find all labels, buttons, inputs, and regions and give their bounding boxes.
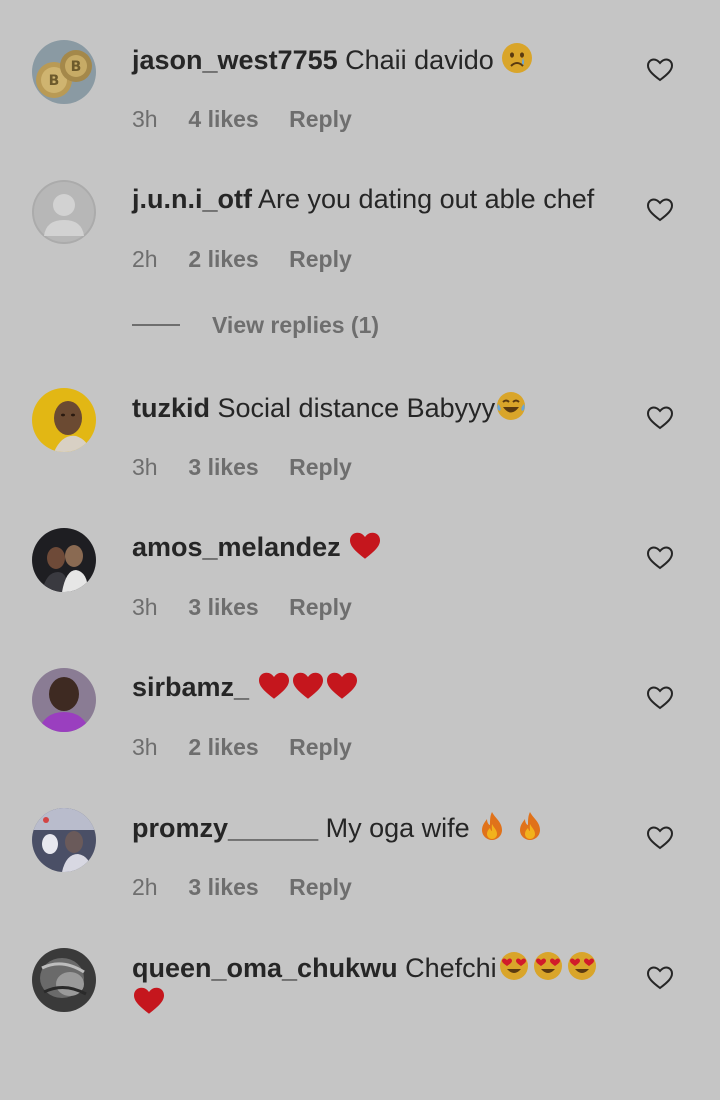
- comment-time: 3h: [132, 594, 158, 620]
- like-heart-icon[interactable]: [646, 825, 674, 851]
- like-heart-icon[interactable]: [646, 685, 674, 711]
- red-heart-emoji: [292, 672, 323, 699]
- laughing-tears-emoji: [497, 392, 526, 420]
- comment-meta: 3h 2 likes Reply: [132, 734, 352, 761]
- likes-count[interactable]: 2 likes: [188, 246, 258, 273]
- comment-meta: 3h 4 likes Reply: [132, 106, 352, 133]
- comment-text: Chaii davido: [345, 45, 494, 75]
- avatar[interactable]: [32, 388, 96, 452]
- red-heart-emoji: [134, 987, 164, 1014]
- red-heart-emoji: [326, 672, 357, 699]
- crying-face-emoji: [502, 43, 533, 73]
- likes-count[interactable]: 3 likes: [188, 594, 258, 621]
- comment-text: Are you dating out able chef: [258, 184, 595, 214]
- avatar[interactable]: [32, 528, 96, 592]
- comments-list: B B jason_west7755 Chaii davido 3h 4 lik…: [0, 0, 720, 1100]
- comment-username[interactable]: queen_oma_chukwu: [132, 953, 398, 983]
- comment-text: Chefchi: [405, 953, 497, 983]
- comment-time: 2h: [132, 246, 158, 272]
- like-heart-icon[interactable]: [646, 965, 674, 991]
- reply-button[interactable]: Reply: [289, 594, 352, 621]
- red-heart-emoji: [350, 532, 381, 559]
- reply-button[interactable]: Reply: [289, 106, 352, 133]
- heart-eyes-emoji: [567, 952, 596, 980]
- comment-username[interactable]: amos_melandez: [132, 532, 341, 562]
- red-heart-emoji: [258, 672, 289, 699]
- fire-emoji: [482, 812, 503, 840]
- comment-text: Social distance Babyyy: [217, 393, 496, 423]
- comment-username[interactable]: sirbamz_: [132, 672, 249, 702]
- comment-time: 3h: [132, 454, 158, 480]
- reply-button[interactable]: Reply: [289, 874, 352, 901]
- comment-username[interactable]: jason_west7755: [132, 45, 338, 75]
- like-heart-icon[interactable]: [646, 57, 674, 83]
- comment-time: 3h: [132, 734, 158, 760]
- avatar[interactable]: [32, 948, 96, 1012]
- reply-button[interactable]: Reply: [289, 734, 352, 761]
- avatar[interactable]: [32, 180, 96, 244]
- heart-eyes-emoji: [533, 952, 562, 980]
- likes-count[interactable]: 4 likes: [188, 106, 258, 133]
- comment-meta: 2h 2 likes Reply: [132, 246, 352, 273]
- comment-username[interactable]: j.u.n.i_otf: [132, 184, 252, 214]
- likes-count[interactable]: 3 likes: [188, 454, 258, 481]
- svg-text:B: B: [49, 73, 60, 89]
- comment-username[interactable]: promzy______: [132, 813, 318, 843]
- svg-text:B: B: [71, 59, 82, 75]
- avatar[interactable]: B B: [32, 40, 96, 104]
- comment-meta: 3h 3 likes Reply: [132, 594, 352, 621]
- comment-meta: 3h 3 likes Reply: [132, 454, 352, 481]
- like-heart-icon[interactable]: [646, 197, 674, 223]
- reply-button[interactable]: Reply: [289, 246, 352, 273]
- comment-meta: 2h 3 likes Reply: [132, 874, 352, 901]
- likes-count[interactable]: 2 likes: [188, 734, 258, 761]
- view-replies-button[interactable]: View replies (1): [132, 308, 379, 342]
- heart-eyes-emoji: [499, 952, 528, 980]
- avatar[interactable]: [32, 668, 96, 732]
- comment-time: 3h: [132, 106, 158, 132]
- comment-username[interactable]: tuzkid: [132, 393, 210, 423]
- like-heart-icon[interactable]: [646, 405, 674, 431]
- fire-emoji: [519, 812, 540, 840]
- reply-button[interactable]: Reply: [289, 454, 352, 481]
- view-replies-label: View replies (1): [212, 311, 380, 338]
- divider: [132, 324, 180, 326]
- comment-time: 2h: [132, 874, 158, 900]
- likes-count[interactable]: 3 likes: [188, 874, 258, 901]
- comment-text: My oga wife: [325, 813, 470, 843]
- like-heart-icon[interactable]: [646, 545, 674, 571]
- avatar[interactable]: [32, 808, 96, 872]
